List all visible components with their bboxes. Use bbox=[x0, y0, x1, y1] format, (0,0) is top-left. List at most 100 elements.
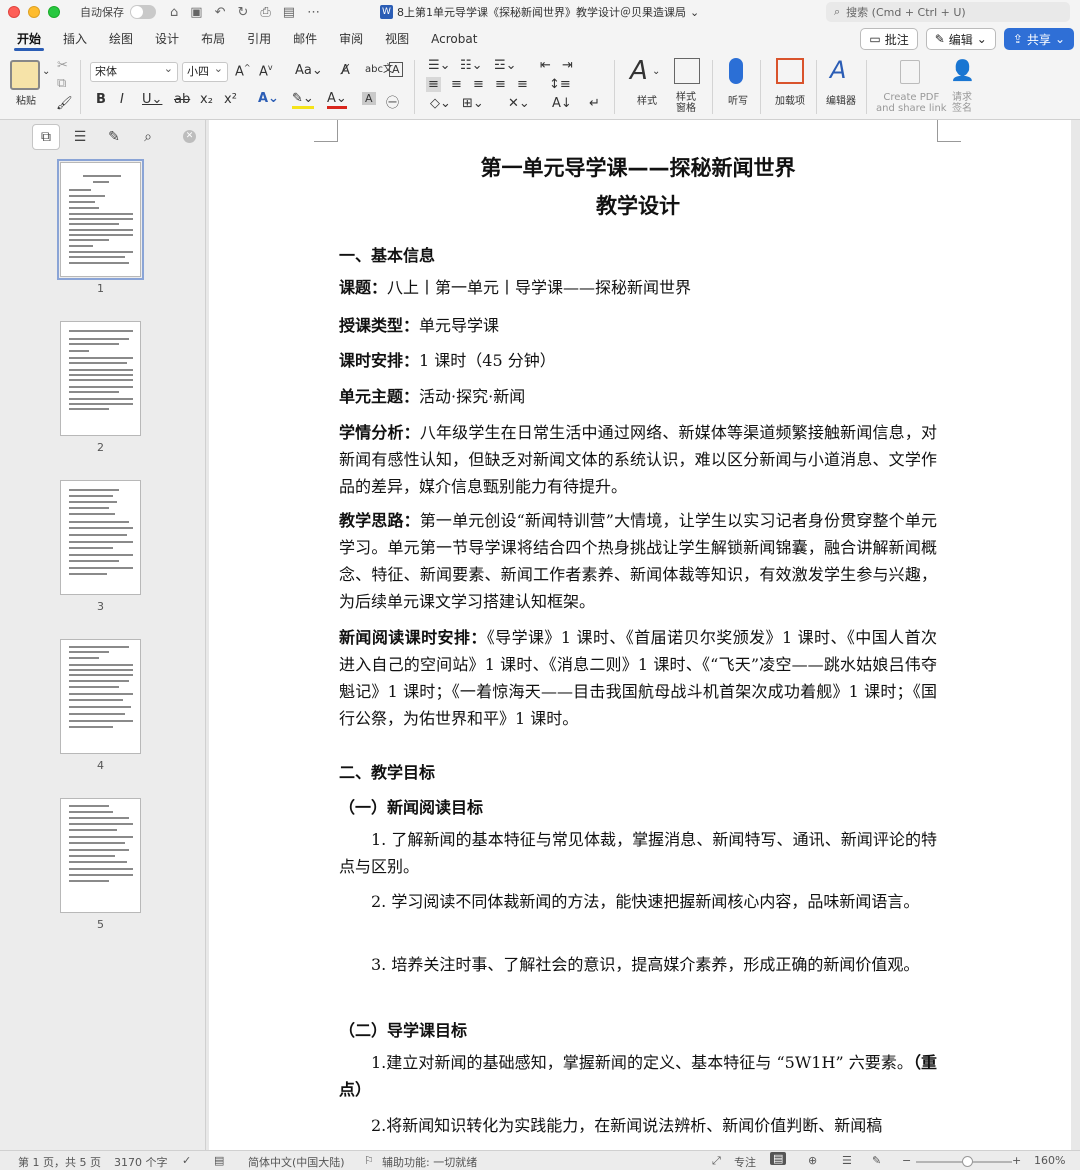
editor-icon[interactable]: A bbox=[830, 56, 846, 84]
home-icon[interactable]: ⌂ bbox=[170, 5, 178, 20]
clear-formatting-icon[interactable]: A̸ bbox=[341, 63, 350, 78]
undo-icon[interactable]: ↶ bbox=[215, 5, 226, 20]
page-thumbnail[interactable] bbox=[60, 321, 141, 436]
styles-pane-icon[interactable] bbox=[674, 58, 700, 84]
styles-icon[interactable]: A bbox=[630, 56, 648, 86]
enclose-characters-icon[interactable]: ㊀ bbox=[386, 92, 399, 111]
increase-indent-icon[interactable]: ⇥ bbox=[562, 58, 573, 73]
tab-layout[interactable]: 布局 bbox=[190, 24, 236, 54]
web-layout-icon[interactable]: ⊕ bbox=[808, 1154, 817, 1167]
page-count[interactable]: 第 1 页，共 5 页 bbox=[18, 1154, 101, 1170]
tab-design[interactable]: 设计 bbox=[144, 24, 190, 54]
change-case-icon[interactable]: Aa⌄ bbox=[295, 63, 323, 78]
character-shading-icon[interactable]: A bbox=[362, 92, 376, 105]
paste-icon[interactable] bbox=[10, 60, 40, 90]
edit-pane-icon[interactable]: ✎ bbox=[100, 124, 128, 150]
tab-home[interactable]: 开始 bbox=[6, 24, 52, 54]
word-count[interactable]: 3170 个字 bbox=[114, 1154, 168, 1170]
numbering-icon[interactable]: ☷⌄ bbox=[460, 58, 483, 73]
shrink-font-icon[interactable]: Av bbox=[259, 63, 273, 79]
chevron-down-icon[interactable]: ⌄ bbox=[42, 66, 50, 77]
tab-view[interactable]: 视图 bbox=[374, 24, 420, 54]
tab-review[interactable]: 审阅 bbox=[328, 24, 374, 54]
distributed-icon[interactable]: ≡ bbox=[517, 77, 528, 92]
tab-draw[interactable]: 绘图 bbox=[98, 24, 144, 54]
shading-icon[interactable]: ◇⌄ bbox=[430, 96, 451, 111]
autosave-toggle[interactable] bbox=[130, 5, 156, 19]
document-page[interactable]: 第一单元导学课——探秘新闻世界 教学设计 一、基本信息 课题：八上丨第一单元丨导… bbox=[209, 120, 1071, 1150]
tab-mailings[interactable]: 邮件 bbox=[282, 24, 328, 54]
borders-icon[interactable]: ⊞⌄ bbox=[462, 96, 484, 111]
print-icon[interactable]: ⎙ bbox=[260, 5, 270, 20]
document-canvas[interactable]: 第一单元导学课——探秘新闻世界 教学设计 一、基本信息 课题：八上丨第一单元丨导… bbox=[207, 120, 1080, 1150]
more-icon[interactable]: ⋯ bbox=[307, 5, 320, 20]
zoom-in-icon[interactable]: + bbox=[1012, 1154, 1021, 1167]
italic-icon[interactable]: I bbox=[120, 92, 124, 107]
search-input[interactable]: ⌕ 搜索 (Cmd + Ctrl + U) bbox=[826, 2, 1070, 22]
focus-label[interactable]: 专注 bbox=[734, 1154, 756, 1170]
tab-acrobat[interactable]: Acrobat bbox=[420, 24, 488, 54]
align-center-icon[interactable]: ≡ bbox=[451, 77, 462, 92]
page-thumbnail[interactable] bbox=[60, 480, 141, 595]
zoom-slider-handle[interactable] bbox=[962, 1156, 973, 1167]
thumbnails-icon[interactable]: ⧉ bbox=[32, 124, 60, 150]
print-layout-icon[interactable]: ▤ bbox=[770, 1152, 787, 1165]
field-label: 学情分析： bbox=[339, 423, 420, 442]
font-size-select[interactable]: 小四 bbox=[182, 60, 228, 82]
font-color-icon[interactable]: A⌄ bbox=[327, 91, 347, 109]
format-painter-icon[interactable]: 🖌 bbox=[56, 96, 73, 111]
zoom-window-button[interactable] bbox=[48, 6, 60, 18]
outline-icon[interactable]: ☰ bbox=[66, 124, 94, 150]
microphone-icon[interactable] bbox=[729, 58, 743, 84]
text-effects-icon[interactable]: A⌄ bbox=[258, 91, 279, 106]
tab-insert[interactable]: 插入 bbox=[52, 24, 98, 54]
underline-icon[interactable]: U⌄ bbox=[142, 92, 162, 107]
zoom-out-icon[interactable]: − bbox=[902, 1154, 911, 1167]
cut-icon[interactable]: ✂ bbox=[57, 58, 68, 73]
goal-item: 1.建立对新闻的基础感知，掌握新闻的定义、基本特征与 “5W1H” 六要素。（重… bbox=[339, 1049, 937, 1103]
redo-icon[interactable]: ↻ bbox=[237, 5, 248, 20]
draft-view-icon[interactable]: ✎ bbox=[872, 1154, 881, 1167]
language[interactable]: 简体中文(中国大陆) bbox=[248, 1154, 345, 1170]
search-icon[interactable]: ⌕ bbox=[134, 124, 162, 150]
comment-button[interactable]: ▭ 批注 bbox=[860, 28, 918, 50]
align-right-icon[interactable]: ≡ bbox=[473, 77, 484, 92]
superscript-icon[interactable]: x² bbox=[224, 92, 237, 107]
bold-icon[interactable]: B bbox=[96, 92, 106, 107]
minimize-window-button[interactable] bbox=[28, 6, 40, 18]
save-icon[interactable]: ▣ bbox=[190, 5, 202, 20]
addins-icon[interactable] bbox=[776, 58, 804, 84]
decrease-indent-icon[interactable]: ⇤ bbox=[540, 58, 551, 73]
character-border-icon[interactable]: A bbox=[389, 62, 403, 77]
proofing-icon[interactable]: ✓ bbox=[182, 1154, 191, 1167]
subscript-icon[interactable]: x₂ bbox=[200, 92, 213, 107]
close-icon[interactable]: ✕ bbox=[183, 130, 196, 143]
create-pdf-icon bbox=[900, 60, 920, 84]
font-name-select[interactable]: 宋体 bbox=[90, 60, 178, 82]
strikethrough-icon[interactable]: ab bbox=[174, 92, 190, 107]
tab-references[interactable]: 引用 bbox=[236, 24, 282, 54]
edit-mode-button[interactable]: ✎ 编辑 ⌄ bbox=[925, 28, 996, 50]
justify-icon[interactable]: ≡ bbox=[495, 77, 506, 92]
page-thumbnail[interactable] bbox=[57, 159, 144, 280]
document-title[interactable]: W 8上第1单元导学课《探秘新闻世界》教学设计＠贝果造课局 ⌄ bbox=[380, 4, 699, 20]
share-button[interactable]: ⇪ 共享 ⌄ bbox=[1003, 28, 1074, 50]
outline-view-icon[interactable]: ☰ bbox=[842, 1154, 852, 1167]
show-formatting-icon[interactable]: ↵ bbox=[589, 96, 600, 111]
accessibility-status[interactable]: 辅助功能: 一切就绪 bbox=[382, 1154, 477, 1170]
page-thumbnail[interactable] bbox=[60, 798, 141, 913]
bullets-icon[interactable]: ☰⌄ bbox=[428, 58, 451, 73]
align-left-icon[interactable]: ≡ bbox=[426, 77, 441, 92]
zoom-level[interactable]: 160% bbox=[1034, 1154, 1065, 1167]
close-window-button[interactable] bbox=[8, 6, 20, 18]
line-spacing-icon[interactable]: ↕≡ bbox=[549, 77, 571, 92]
page-thumbnail[interactable] bbox=[60, 639, 141, 754]
template-icon[interactable]: ▤ bbox=[283, 5, 295, 20]
chinese-layout-icon[interactable]: ✕⌄ bbox=[508, 96, 530, 111]
highlight-icon[interactable]: ✎⌄ bbox=[292, 91, 314, 109]
focus-icon[interactable]: ⤢ bbox=[712, 1154, 721, 1168]
grow-font-icon[interactable]: A^ bbox=[235, 63, 251, 79]
copy-icon[interactable]: ⧉ bbox=[57, 76, 66, 91]
sort-icon[interactable]: A↓ bbox=[552, 96, 572, 111]
multilevel-list-icon[interactable]: ☲⌄ bbox=[494, 58, 517, 73]
